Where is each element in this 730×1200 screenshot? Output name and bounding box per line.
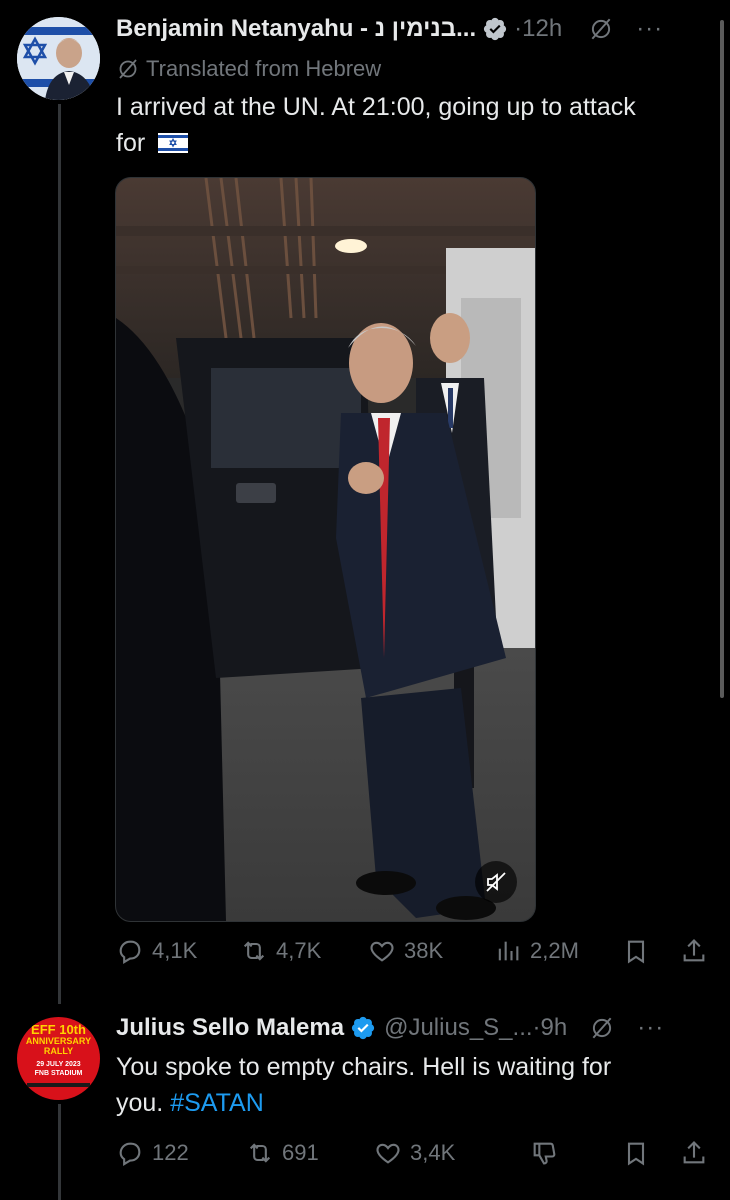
translated-label[interactable]: Translated from Hebrew <box>146 56 381 82</box>
bookmark-icon <box>627 940 645 964</box>
repost-button[interactable]: 4,7K <box>240 937 321 965</box>
reply-button[interactable]: 4,1K <box>116 937 197 965</box>
tweet-2-actions: 122 691 3,4K <box>0 1136 730 1176</box>
author-handle-2[interactable]: @Julius_S_... <box>384 1014 532 1042</box>
tweet-1-text-line1: I arrived at the UN. At 21:00, going up … <box>116 93 636 121</box>
avatar-malema[interactable]: EFF 10th ANNIVERSARY RALLY 29 JULY 2023 … <box>17 1017 100 1100</box>
tweet-2-text-you: you. <box>116 1089 164 1117</box>
scrollbar[interactable] <box>720 20 724 698</box>
mute-button[interactable] <box>475 861 517 903</box>
share-icon <box>683 1141 705 1164</box>
reply-button-2[interactable]: 122 <box>116 1139 189 1167</box>
translated-row: Translated from Hebrew <box>116 56 381 82</box>
like-button[interactable]: 38K <box>368 937 443 965</box>
thread-line <box>58 104 61 1004</box>
avatar-text-line3: RALLY <box>43 1046 74 1056</box>
repost-icon <box>243 941 265 961</box>
bookmark-button-2[interactable] <box>622 1139 658 1167</box>
share-icon <box>683 939 705 962</box>
repost-count-2: 691 <box>282 1140 319 1165</box>
avatar-text-line4: 29 JULY 2023 <box>36 1061 81 1068</box>
views-count: 2,2M <box>530 938 579 963</box>
author-name-2[interactable]: Julius Sello Malema <box>116 1014 344 1042</box>
tweet-2-header: Julius Sello Malema @Julius_S_... · 9h ·… <box>116 1014 664 1042</box>
reply-count: 4,1K <box>152 938 198 963</box>
grok-icon[interactable] <box>588 16 614 42</box>
reply-icon <box>119 1142 141 1166</box>
avatar-text-line5: FNB STADIUM <box>34 1070 83 1077</box>
video-media[interactable] <box>115 177 536 922</box>
like-count: 38K <box>404 938 444 963</box>
avatar-netanyahu[interactable] <box>17 17 100 100</box>
repost-icon <box>249 1143 271 1163</box>
tweet-2-text-line1: You spoke to empty chairs. Hell is waiti… <box>116 1053 612 1081</box>
hashtag-link[interactable]: #SATAN <box>170 1089 264 1117</box>
avatar-text-line2: ANNIVERSARY <box>25 1036 92 1046</box>
separator-dot: · <box>532 1014 541 1041</box>
verified-badge-icon[interactable] <box>482 16 508 42</box>
views-button[interactable]: 2,2M <box>494 937 579 965</box>
tweet-1-text-line2: for <box>116 125 716 161</box>
bookmark-icon <box>627 1142 645 1166</box>
bookmark-button[interactable] <box>622 937 658 965</box>
avatar-netanyahu-image <box>17 17 100 100</box>
heart-icon <box>370 941 394 962</box>
more-options-icon[interactable]: ··· <box>637 1014 664 1042</box>
share-button[interactable] <box>680 937 716 965</box>
more-options-icon[interactable]: ··· <box>636 15 663 43</box>
author-name[interactable]: Benjamin Netanyahu - בנימין נ... <box>116 15 476 43</box>
tweet-1-actions: 4,1K 4,7K 38K 2,2M <box>0 933 730 973</box>
repost-button-2[interactable]: 691 <box>246 1139 319 1167</box>
separator-dot: · <box>514 15 523 42</box>
muted-speaker-icon <box>486 872 506 892</box>
tweet-1-text-for: for <box>116 129 146 157</box>
israel-flag-icon <box>158 133 189 153</box>
verified-badge-icon[interactable] <box>350 1015 376 1041</box>
avatar-stripe <box>27 1083 90 1087</box>
like-count-2: 3,4K <box>410 1140 456 1165</box>
timestamp-2[interactable]: 9h <box>541 1014 568 1042</box>
tweet-2-text-line2: you. #SATAN <box>116 1085 716 1121</box>
share-button-2[interactable] <box>680 1139 716 1167</box>
avatar-text-line1: EFF 10th <box>31 1022 86 1037</box>
grok-icon[interactable] <box>589 1015 615 1041</box>
timestamp[interactable]: 12h <box>522 15 562 43</box>
downvote-button[interactable] <box>530 1139 566 1167</box>
video-frame <box>116 178 535 921</box>
tweet-1-text: I arrived at the UN. At 21:00, going up … <box>116 89 716 161</box>
grok-translate-icon <box>119 59 137 79</box>
heart-icon <box>376 1143 400 1164</box>
reply-icon <box>119 940 141 964</box>
reply-count-2: 122 <box>152 1140 189 1165</box>
like-button-2[interactable]: 3,4K <box>374 1139 455 1167</box>
tweet-1-header: Benjamin Netanyahu - בנימין נ... · 12h ·… <box>116 15 663 43</box>
repost-count: 4,7K <box>276 938 322 963</box>
thumbs-down-icon <box>533 1142 556 1165</box>
tweet-2-text: You spoke to empty chairs. Hell is waiti… <box>116 1049 716 1121</box>
views-icon <box>498 941 519 961</box>
